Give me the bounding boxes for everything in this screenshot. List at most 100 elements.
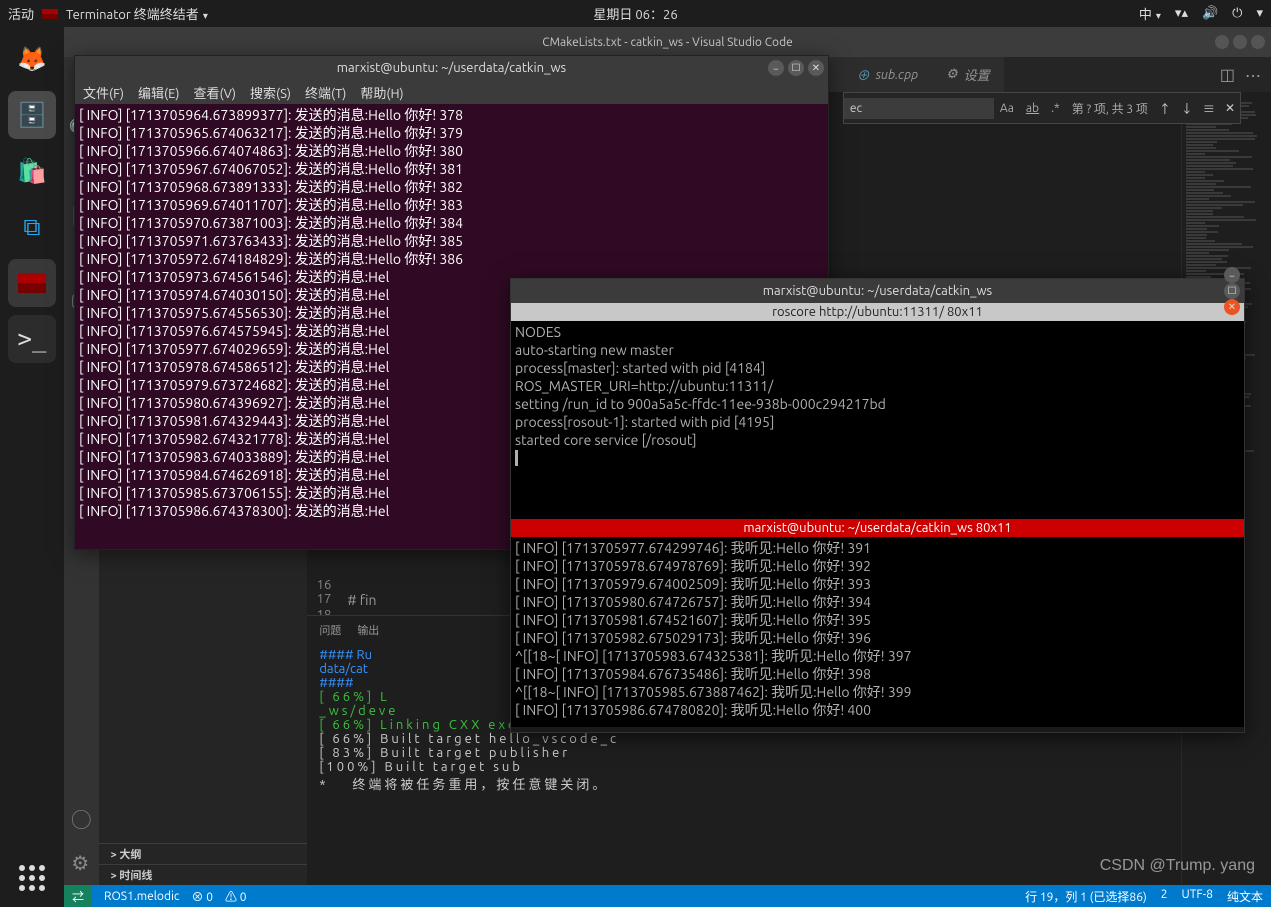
close-button[interactable]: ✕ — [808, 60, 824, 76]
find-widget: Aa ab .* 第 ? 项, 共 3 项 ↑ ↓ ≡ ✕ — [843, 92, 1241, 124]
gnome-topbar: 活动 Terminator 终端终结者 星期日 06：26 中 ▾▴ 🔊 ⏻ ▾ — [0, 0, 1271, 27]
remote-button[interactable]: ⇄ — [64, 885, 92, 907]
terminal-menubar: 文件(F) 编辑(E) 查看(V) 搜索(S) 终端(T) 帮助(H) — [75, 80, 828, 104]
dock-firefox[interactable]: 🦊 — [8, 35, 56, 83]
log-line: [ INFO] [1713705986.674780820]: 我听见:Hell… — [515, 701, 1240, 719]
status-ros[interactable]: ROS1.melodic — [104, 890, 179, 903]
minimize-button[interactable] — [1215, 35, 1229, 49]
line-number: 18 — [307, 608, 347, 615]
log-line: [ INFO] [1713705964.673899377]: 发送的消息:He… — [79, 106, 824, 124]
log-line: process[rosout-1]: started with pid [419… — [515, 413, 1240, 431]
menu-file[interactable]: 文件(F) — [83, 83, 124, 102]
menu-view[interactable]: 查看(V) — [194, 83, 236, 102]
activities-button[interactable]: 活动 — [8, 4, 34, 23]
log-line: started core service [/rosout] — [515, 431, 1240, 449]
log-line: [ INFO] [1713705982.675029173]: 我听见:Hell… — [515, 629, 1240, 647]
dock-terminator[interactable] — [8, 259, 56, 307]
log-line: setting /run_id to 900a5a5c-ffdc-11ee-93… — [515, 395, 1240, 413]
find-close-icon[interactable]: ✕ — [1220, 101, 1240, 115]
build-line: [ 83%] Built target publisher — [319, 746, 1259, 760]
tab-sub[interactable]: ⊕sub.cpp — [843, 57, 932, 92]
account-icon[interactable]: ◯ — [71, 804, 91, 833]
terminal-titlebar: marxist@ubuntu: ~/userdata/catkin_ws − ☐… — [75, 56, 828, 80]
active-app-label[interactable]: Terminator 终端终结者 — [66, 4, 208, 23]
log-line: [ INFO] [1713705977.674299746]: 我听见:Hell… — [515, 539, 1240, 557]
more-icon[interactable]: ⋯ — [1245, 63, 1261, 87]
log-line: ^[[18~[ INFO] [1713705985.673887462]: 我听… — [515, 683, 1240, 701]
find-word-icon[interactable]: ab — [1020, 102, 1045, 115]
menu-search[interactable]: 搜索(S) — [250, 83, 291, 102]
vscode-title: CMakeLists.txt - catkin_ws - Visual Stud… — [542, 36, 792, 49]
find-input[interactable] — [844, 98, 994, 119]
network-icon[interactable]: ▾▴ — [1175, 6, 1188, 21]
status-spaces[interactable]: 2 — [1161, 888, 1168, 905]
timeline-section[interactable]: > 时间线 — [99, 864, 308, 885]
cpp-icon: ⊕ — [857, 65, 870, 84]
log-line: [ INFO] [1713705981.674521607]: 我听见:Hell… — [515, 611, 1240, 629]
status-bar: ⇄ ROS1.melodic ⊗ 0 ⚠ 0 行 19，列 1 (已选择86) … — [64, 885, 1271, 907]
tab-settings[interactable]: ⚙设置 — [932, 57, 1004, 92]
terminal-title: marxist@ubuntu: ~/userdata/catkin_ws — [337, 61, 566, 75]
pane-roscore[interactable]: NODESauto-starting new masterprocess[mas… — [511, 321, 1244, 519]
gear-icon: ⚙ — [946, 67, 958, 82]
status-errors[interactable]: ⊗ 0 — [191, 888, 213, 905]
system-menu-arrow[interactable]: ▾ — [1256, 6, 1263, 21]
build-line: [ 66%] Built target hello_vscode_c — [319, 732, 1259, 746]
panel-tab-problems[interactable]: 问题 — [319, 622, 341, 638]
log-line: [ INFO] [1713705966.674074863]: 发送的消息:He… — [79, 142, 824, 160]
maximize-button[interactable] — [1233, 35, 1247, 49]
minimize-button[interactable]: − — [768, 60, 784, 76]
power-icon[interactable]: ⏻ — [1232, 6, 1242, 21]
menu-edit[interactable]: 编辑(E) — [138, 83, 179, 102]
log-line: [ INFO] [1713705969.674011707]: 发送的消息:He… — [79, 196, 824, 214]
close-button[interactable] — [1251, 35, 1265, 49]
status-cursor[interactable]: 行 19，列 1 (已选择86) — [1025, 888, 1147, 905]
dock-vscode[interactable]: ⧉ — [8, 203, 56, 251]
vscode-titlebar: CMakeLists.txt - catkin_ws - Visual Stud… — [64, 27, 1271, 57]
line-number: 16 — [307, 578, 347, 592]
find-case-icon[interactable]: Aa — [994, 102, 1020, 115]
menu-terminal[interactable]: 终端(T) — [305, 83, 346, 102]
watermark: CSDN @Trump. yang — [1100, 857, 1255, 875]
build-line: [100%] Built target sub — [319, 760, 1259, 774]
find-selection-icon[interactable]: ≡ — [1198, 100, 1220, 117]
pane-subscriber[interactable]: [ INFO] [1713705977.674299746]: 我听见:Hell… — [511, 537, 1244, 727]
close-button[interactable]: ✕ — [1224, 299, 1240, 315]
menu-help[interactable]: 帮助(H) — [360, 83, 403, 102]
volume-icon[interactable]: 🔊 — [1202, 6, 1218, 21]
find-status: 第 ? 项, 共 3 项 — [1066, 100, 1154, 117]
dock-terminal[interactable]: >_ — [8, 315, 56, 363]
log-line: [ INFO] [1713705980.674726757]: 我听见:Hell… — [515, 593, 1240, 611]
split-editor-icon[interactable]: ◫ — [1220, 65, 1235, 84]
find-regex-icon[interactable]: .* — [1045, 102, 1066, 115]
clock[interactable]: 星期日 06：26 — [593, 4, 677, 23]
log-line: [ INFO] [1713705967.674067052]: 发送的消息:He… — [79, 160, 824, 178]
log-line: [ INFO] [1713705968.673891333]: 发送的消息:He… — [79, 178, 824, 196]
log-line: [ INFO] [1713705979.674002509]: 我听见:Hell… — [515, 575, 1240, 593]
terminator-title: marxist@ubuntu: ~/userdata/catkin_ws — [763, 284, 992, 298]
log-line: [ INFO] [1713705984.676735486]: 我听见:Hell… — [515, 665, 1240, 683]
input-lang[interactable]: 中 — [1139, 4, 1161, 23]
minimize-button[interactable]: − — [1224, 267, 1240, 283]
find-next-icon[interactable]: ↓ — [1176, 100, 1198, 117]
settings-icon[interactable]: ⚙ — [71, 851, 91, 875]
dock-software[interactable]: 🛍️ — [8, 147, 56, 195]
log-line: [ INFO] [1713705972.674184829]: 发送的消息:He… — [79, 250, 824, 268]
show-apps-icon[interactable] — [19, 865, 45, 891]
panel-tab-output[interactable]: 输出 — [357, 622, 379, 638]
log-line: auto-starting new master — [515, 341, 1240, 359]
log-line: [ INFO] [1713705965.674063217]: 发送的消息:He… — [79, 124, 824, 142]
dock-files[interactable]: 🗄️ — [8, 91, 56, 139]
status-lang[interactable]: 纯文本 — [1227, 888, 1263, 905]
find-prev-icon[interactable]: ↑ — [1154, 100, 1176, 117]
maximize-button[interactable]: ☐ — [1224, 283, 1240, 299]
terminator-titlebar: marxist@ubuntu: ~/userdata/catkin_ws − ☐… — [511, 279, 1244, 303]
line-number: 17 — [307, 592, 347, 608]
status-warnings[interactable]: ⚠ 0 — [225, 888, 247, 905]
pane-title-subscriber[interactable]: marxist@ubuntu: ~/userdata/catkin_ws 80x… — [511, 519, 1244, 537]
status-encoding[interactable]: UTF-8 — [1182, 888, 1213, 905]
terminator-window[interactable]: marxist@ubuntu: ~/userdata/catkin_ws − ☐… — [510, 278, 1245, 733]
maximize-button[interactable]: ☐ — [788, 60, 804, 76]
outline-section[interactable]: > 大纲 — [99, 843, 308, 864]
pane-title-roscore[interactable]: roscore http://ubuntu:11311/ 80x11 — [511, 303, 1244, 321]
